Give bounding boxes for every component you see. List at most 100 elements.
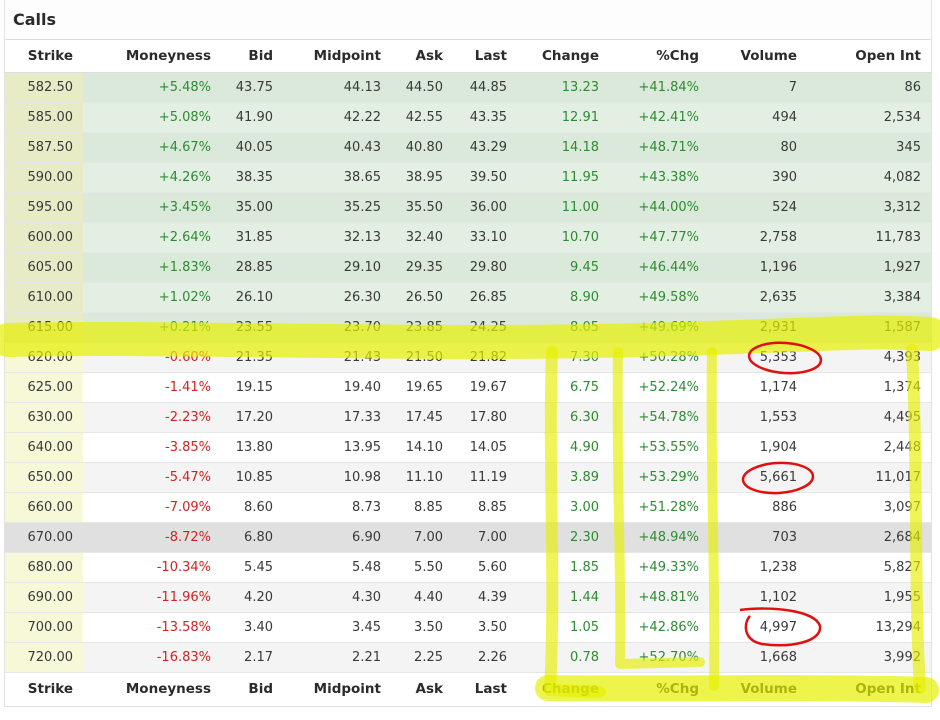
table-row[interactable]: 590.00 +4.26% 38.35 38.65 38.95 39.50 11.95 +43…	[5, 162, 931, 193]
cell-change: 1.05	[517, 612, 609, 643]
cell-open-interest: 3,097	[807, 492, 931, 523]
panel-header: Calls	[5, 0, 931, 40]
cell-change: 11.95	[517, 162, 609, 193]
cell-moneyness: -10.34%	[83, 552, 221, 583]
table-row[interactable]: 625.00 -1.41% 19.15 19.40 19.65 19.67 6.75 +52.…	[5, 372, 931, 403]
column-header-bid[interactable]: Bid	[221, 40, 283, 73]
cell-strike: 700.00	[5, 612, 83, 643]
cell-change: 8.05	[517, 312, 609, 343]
cell-change: 10.70	[517, 222, 609, 253]
cell-last: 19.67	[453, 372, 517, 403]
table-row[interactable]: 582.50 +5.48% 43.75 44.13 44.50 44.85 13.23 +41…	[5, 72, 931, 103]
cell-open-interest: 13,294	[807, 612, 931, 643]
cell-bid: 13.80	[221, 432, 283, 463]
cell-open-interest: 11,017	[807, 462, 931, 493]
cell-midpoint: 2.21	[283, 642, 391, 673]
cell-midpoint: 32.13	[283, 222, 391, 253]
cell-moneyness: +5.48%	[83, 72, 221, 103]
cell-volume: 80	[709, 132, 807, 163]
cell-pct-change: +53.29%	[609, 462, 709, 493]
cell-ask: 2.25	[391, 642, 453, 673]
column-header-change[interactable]: Change	[517, 40, 609, 73]
table-row[interactable]: 595.00 +3.45% 35.00 35.25 35.50 36.00 11.00 +44…	[5, 192, 931, 223]
footer-header-ask[interactable]: Ask	[391, 672, 453, 705]
cell-last: 26.85	[453, 282, 517, 313]
column-header-strike[interactable]: Strike	[5, 40, 83, 73]
cell-midpoint: 17.33	[283, 402, 391, 433]
cell-midpoint: 42.22	[283, 102, 391, 133]
cell-pct-change: +48.94%	[609, 522, 709, 553]
footer-header-open-interest[interactable]: Open Int	[807, 672, 931, 705]
cell-moneyness: +5.08%	[83, 102, 221, 133]
cell-strike: 640.00	[5, 432, 83, 463]
cell-midpoint: 40.43	[283, 132, 391, 163]
column-header-pct-change[interactable]: %Chg	[609, 40, 709, 73]
table-row[interactable]: 610.00 +1.02% 26.10 26.30 26.50 26.85 8.90 +49.…	[5, 282, 931, 313]
column-header-volume[interactable]: Volume	[709, 40, 807, 73]
cell-bid: 41.90	[221, 102, 283, 133]
table-row[interactable]: 690.00 -11.96% 4.20 4.30 4.40 4.39 1.44 +48.81%…	[5, 582, 931, 613]
column-header-ask[interactable]: Ask	[391, 40, 453, 73]
cell-last: 36.00	[453, 192, 517, 223]
footer-header-last[interactable]: Last	[453, 672, 517, 705]
cell-pct-change: +49.58%	[609, 282, 709, 313]
cell-pct-change: +48.81%	[609, 582, 709, 613]
cell-open-interest: 3,312	[807, 192, 931, 223]
cell-strike: 595.00	[5, 192, 83, 223]
cell-strike: 582.50	[5, 72, 83, 103]
table-row[interactable]: 720.00 -16.83% 2.17 2.21 2.25 2.26 0.78 +52.70%…	[5, 642, 931, 673]
cell-volume: 5,661	[709, 462, 807, 493]
table-row[interactable]: 670.00 -8.72% 6.80 6.90 7.00 7.00 2.30 +48.94% 7…	[5, 522, 931, 553]
cell-change: 9.45	[517, 252, 609, 283]
table-row[interactable]: 615.00 +0.21% 23.55 23.70 23.85 24.25 8.05 +49.…	[5, 312, 931, 343]
cell-ask: 19.65	[391, 372, 453, 403]
footer-header-volume[interactable]: Volume	[709, 672, 807, 705]
column-header-open-interest[interactable]: Open Int	[807, 40, 931, 73]
column-header-midpoint[interactable]: Midpoint	[283, 40, 391, 73]
cell-ask: 42.55	[391, 102, 453, 133]
table-row[interactable]: 650.00 -5.47% 10.85 10.98 11.10 11.19 3.89 +53.…	[5, 462, 931, 493]
cell-last: 17.80	[453, 402, 517, 433]
column-header-moneyness[interactable]: Moneyness	[83, 40, 221, 73]
cell-strike: 600.00	[5, 222, 83, 253]
footer-header-pct-change[interactable]: %Chg	[609, 672, 709, 705]
cell-pct-change: +50.28%	[609, 342, 709, 373]
cell-strike: 670.00	[5, 522, 83, 553]
cell-ask: 5.50	[391, 552, 453, 583]
cell-volume: 2,931	[709, 312, 807, 343]
cell-last: 8.85	[453, 492, 517, 523]
footer-header-moneyness[interactable]: Moneyness	[83, 672, 221, 705]
table-row[interactable]: 605.00 +1.83% 28.85 29.10 29.35 29.80 9.45 +46.…	[5, 252, 931, 283]
cell-moneyness: -0.60%	[83, 342, 221, 373]
table-row[interactable]: 587.50 +4.67% 40.05 40.43 40.80 43.29 14.18 +48…	[5, 132, 931, 163]
table-row[interactable]: 585.00 +5.08% 41.90 42.22 42.55 43.35 12.91 +42…	[5, 102, 931, 133]
cell-open-interest: 5,827	[807, 552, 931, 583]
table-row[interactable]: 640.00 -3.85% 13.80 13.95 14.10 14.05 4.90 +53.…	[5, 432, 931, 463]
table-row[interactable]: 600.00 +2.64% 31.85 32.13 32.40 33.10 10.70 +47…	[5, 222, 931, 253]
cell-bid: 31.85	[221, 222, 283, 253]
cell-ask: 26.50	[391, 282, 453, 313]
table-row[interactable]: 620.00 -0.60% 21.35 21.43 21.50 21.82 7.30 +50.…	[5, 342, 931, 373]
cell-change: 7.30	[517, 342, 609, 373]
table-row[interactable]: 660.00 -7.09% 8.60 8.73 8.85 8.85 3.00 +51.28% 8…	[5, 492, 931, 523]
cell-volume: 390	[709, 162, 807, 193]
cell-strike: 590.00	[5, 162, 83, 193]
cell-last: 21.82	[453, 342, 517, 373]
calls-panel: Calls Strike Moneyness Bid Midpoint Ask …	[4, 0, 932, 707]
footer-header-change[interactable]: Change	[517, 672, 609, 705]
cell-ask: 8.85	[391, 492, 453, 523]
footer-header-midpoint[interactable]: Midpoint	[283, 672, 391, 705]
footer-header-strike[interactable]: Strike	[5, 672, 83, 705]
table-row[interactable]: 700.00 -13.58% 3.40 3.45 3.50 3.50 1.05 +42.86%…	[5, 612, 931, 643]
cell-volume: 1,904	[709, 432, 807, 463]
cell-volume: 1,102	[709, 582, 807, 613]
table-row[interactable]: 680.00 -10.34% 5.45 5.48 5.50 5.60 1.85 +49.33%…	[5, 552, 931, 583]
cell-open-interest: 3,992	[807, 642, 931, 673]
footer-header-bid[interactable]: Bid	[221, 672, 283, 705]
table-row[interactable]: 630.00 -2.23% 17.20 17.33 17.45 17.80 6.30 +54.…	[5, 402, 931, 433]
column-header-last[interactable]: Last	[453, 40, 517, 73]
cell-strike: 680.00	[5, 552, 83, 583]
cell-pct-change: +41.84%	[609, 72, 709, 103]
cell-last: 14.05	[453, 432, 517, 463]
cell-volume: 7	[709, 72, 807, 103]
